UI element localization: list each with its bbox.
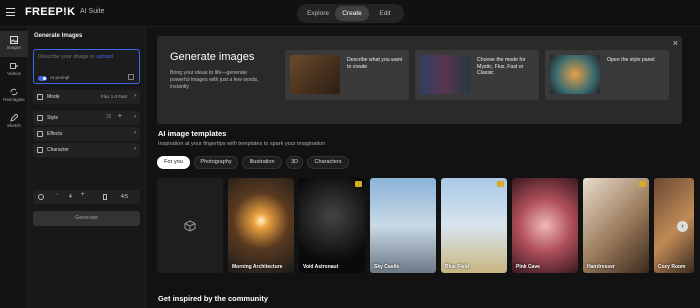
rail-label: Videos	[7, 71, 21, 76]
mode-label: Mode	[47, 93, 60, 100]
top-bar: FREEP!K AI Suite Explore Create Edit	[0, 0, 700, 27]
tip-thumbnail	[290, 55, 340, 94]
output-settings: − 4 + 4:5	[33, 190, 140, 204]
templates-title: AI image templates	[158, 129, 227, 138]
template-tile-custom[interactable]	[157, 178, 223, 273]
template-label: Hairdresser	[587, 264, 615, 270]
style-label: Style	[47, 114, 59, 121]
character-selector[interactable]: Character ›	[33, 143, 140, 157]
template-label: Void Astronaut	[303, 264, 339, 270]
template-tile[interactable]: Void Astronaut	[299, 178, 365, 273]
effects-selector[interactable]: Effects ›	[33, 127, 140, 141]
effects-icon	[37, 131, 43, 137]
chip-characters[interactable]: Characters	[307, 156, 349, 169]
prompt-input[interactable]: Describe your image or upload AI prompt	[33, 49, 140, 84]
aspect-ratio-icon[interactable]	[103, 193, 107, 200]
rail-label: Sketch	[7, 123, 21, 128]
rail-item-videos[interactable]: Videos	[0, 57, 28, 83]
template-tile[interactable]: Blue Field	[441, 178, 507, 273]
ai-prompt-label: AI prompt	[50, 75, 70, 80]
count-value: 4	[69, 193, 72, 200]
tip-card-describe[interactable]: Describe what you want to create	[285, 50, 409, 100]
video-icon	[10, 63, 18, 69]
tool-rail: Images Videos Reimagine Sketch	[0, 27, 28, 308]
onboarding-banner: Generate images Bring your ideas to life…	[157, 36, 682, 124]
aspect-ratio-value[interactable]: 4:5	[121, 194, 128, 200]
rail-label: Reimagine	[3, 97, 25, 102]
plus-icon[interactable]: +	[118, 113, 122, 120]
template-tile[interactable]: Morning Architecture	[228, 178, 294, 273]
chip-photography[interactable]: Photography	[194, 156, 238, 169]
tip-card-mode[interactable]: Choose the mode for Mystic, Flux, Fast o…	[415, 50, 539, 100]
templates-subtitle: Inspiration at your fingertips with temp…	[158, 141, 326, 147]
character-icon	[37, 147, 43, 153]
tip-text: Describe what you want to create	[347, 57, 403, 70]
rail-item-sketch[interactable]: Sketch	[0, 109, 28, 135]
chevron-right-icon: ›	[134, 114, 136, 120]
tip-thumbnail	[420, 55, 470, 94]
reimagine-icon	[10, 88, 18, 96]
template-label: Sky Castle	[374, 264, 400, 270]
premium-crown-icon	[355, 181, 362, 187]
template-tile[interactable]: Sky Castle	[370, 178, 436, 273]
character-label: Character	[47, 146, 69, 153]
hero-title: Generate images	[170, 51, 255, 63]
premium-crown-icon	[497, 181, 504, 187]
tip-thumbnail	[550, 55, 600, 94]
prompt-placeholder: Describe your image or upload	[38, 54, 113, 60]
chevron-right-icon: ›	[134, 93, 136, 99]
decrement-button[interactable]: −	[55, 192, 59, 198]
pencil-icon	[10, 114, 18, 122]
shuffle-icon[interactable]: ⤨	[105, 114, 110, 121]
carousel-next-button[interactable]: ›	[677, 221, 688, 232]
template-label: Blue Field	[445, 264, 469, 270]
rail-item-images[interactable]: Images	[0, 31, 28, 57]
mode-selector[interactable]: Mode Flux 1.0 Fast ›	[33, 90, 140, 104]
menu-icon[interactable]	[6, 8, 15, 16]
style-icon	[37, 115, 43, 121]
template-tile[interactable]: Cozy Room	[654, 178, 694, 273]
suite-label: AI Suite	[80, 8, 105, 15]
ai-prompt-toggle[interactable]	[38, 76, 47, 81]
tab-edit[interactable]: Edit	[369, 6, 401, 21]
generate-panel: Generate Images Describe your image or u…	[28, 27, 146, 308]
template-label: Pink Cave	[516, 264, 540, 270]
chevron-right-icon: ›	[134, 130, 136, 136]
logo[interactable]: FREEP!K	[25, 6, 75, 18]
chevron-right-icon: ›	[134, 146, 136, 152]
image-icon	[10, 36, 18, 44]
count-icon	[38, 193, 44, 200]
template-tile[interactable]: Hairdresser	[583, 178, 649, 273]
prompt-placeholder-text: Describe your image or	[38, 54, 97, 60]
cube-icon	[184, 220, 196, 232]
template-label: Morning Architecture	[232, 264, 283, 270]
close-icon[interactable]: ×	[673, 38, 678, 48]
chip-3d[interactable]: 3D	[286, 156, 303, 169]
tip-card-style[interactable]: Open the style panel	[545, 50, 669, 100]
upload-link[interactable]: upload	[96, 54, 113, 60]
generate-button[interactable]: Generate	[33, 211, 140, 226]
tab-create[interactable]: Create	[335, 6, 369, 21]
premium-crown-icon	[639, 181, 646, 187]
mode-tabs: Explore Create Edit	[297, 4, 404, 23]
settings-icon[interactable]	[128, 74, 134, 80]
main-content: Generate images Bring your ideas to life…	[147, 27, 700, 308]
rail-label: Images	[6, 45, 22, 50]
increment-button[interactable]: +	[81, 192, 85, 198]
mode-icon	[37, 94, 43, 100]
tip-text: Open the style panel	[607, 57, 655, 63]
rail-item-reimagine[interactable]: Reimagine	[0, 83, 28, 109]
template-tile[interactable]: Pink Cave	[512, 178, 578, 273]
tab-explore[interactable]: Explore	[301, 6, 335, 21]
panel-title: Generate Images	[34, 33, 83, 39]
tip-text: Choose the mode for Mystic, Flux, Fast o…	[477, 57, 526, 76]
hero-description: Bring your ideas to life—generate powerf…	[170, 70, 259, 90]
chip-illustration[interactable]: Illustration	[242, 156, 282, 169]
effects-label: Effects	[47, 130, 63, 137]
chip-for-you[interactable]: For you	[157, 156, 190, 169]
template-label: Cozy Room	[658, 264, 686, 270]
community-title: Get inspired by the community	[158, 294, 269, 303]
style-selector[interactable]: Style ⤨ + ›	[33, 111, 140, 125]
mode-value: Flux 1.0 Fast	[100, 93, 127, 99]
